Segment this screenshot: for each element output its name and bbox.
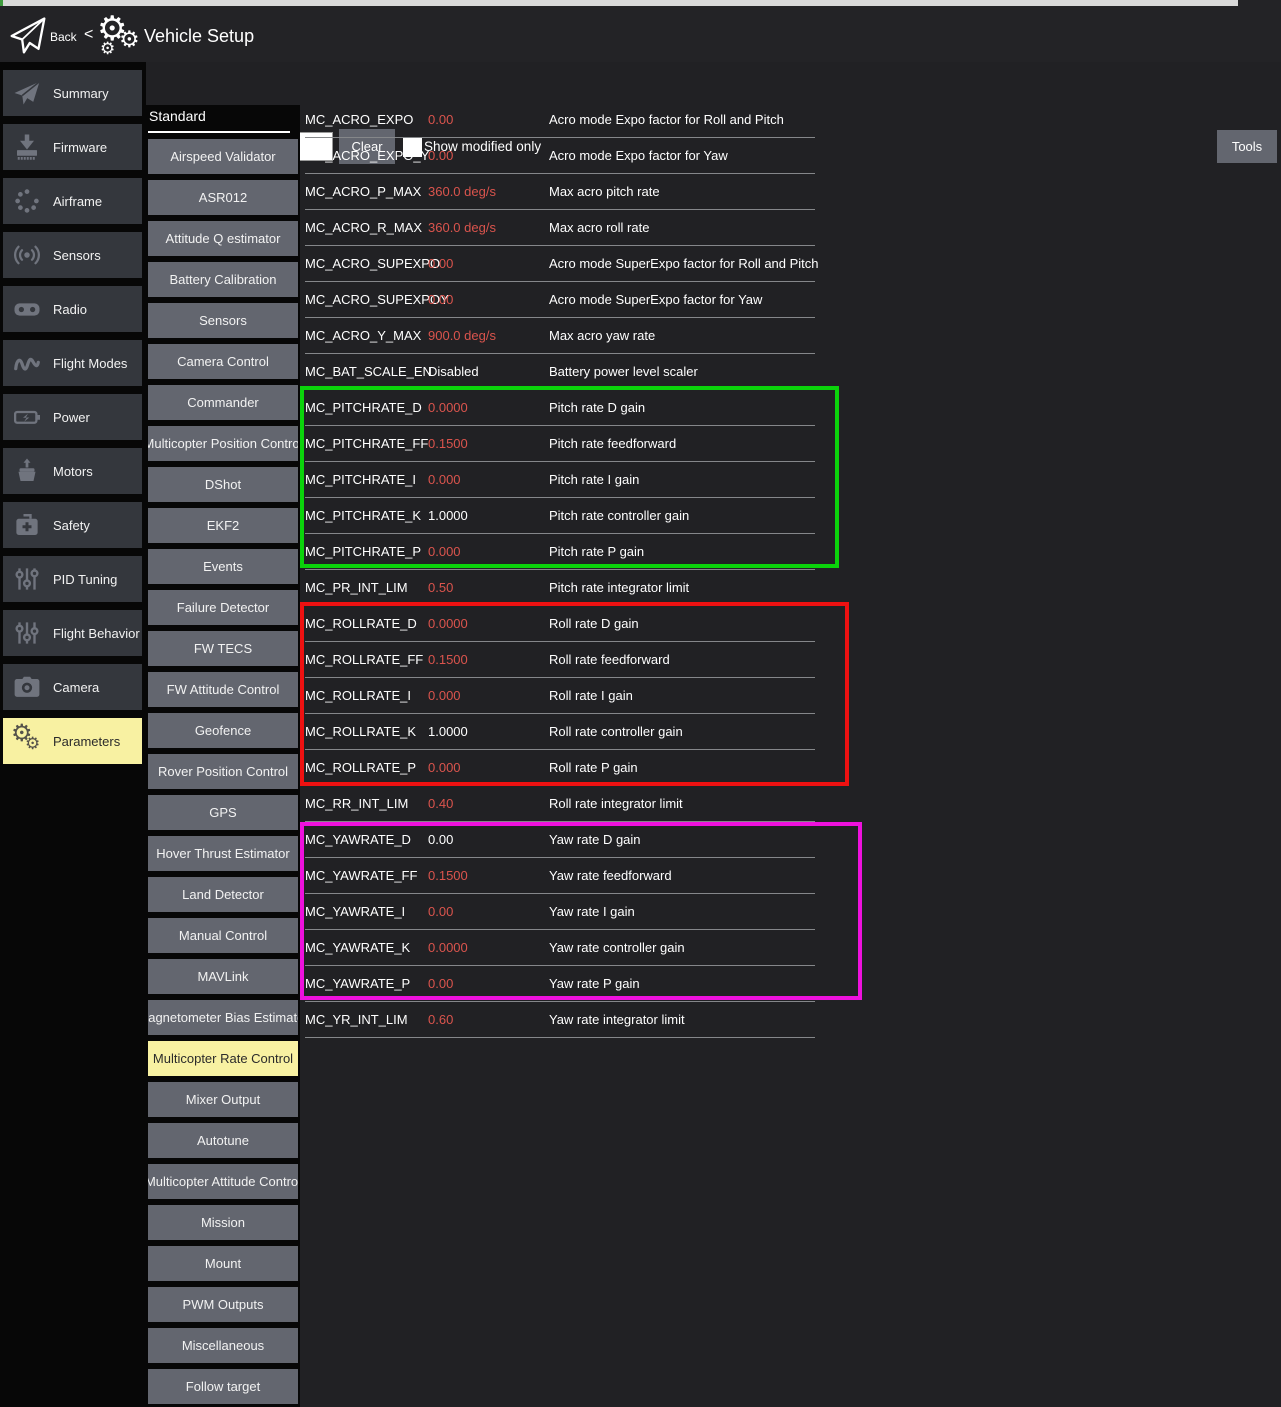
param-row[interactable]: MC_PITCHRATE_I 0.000 Pitch rate I gain	[305, 462, 815, 498]
category-item-mavlink[interactable]: MAVLink	[148, 959, 298, 994]
param-row[interactable]: MC_ACRO_Y_MAX 900.0 deg/s Max acro yaw r…	[305, 318, 815, 354]
category-item-camera-control[interactable]: Camera Control	[148, 344, 298, 379]
param-row[interactable]: MC_ROLLRATE_I 0.000 Roll rate I gain	[305, 678, 815, 714]
category-item-mount[interactable]: Mount	[148, 1246, 298, 1281]
category-item-sensors[interactable]: Sensors	[148, 303, 298, 338]
category-item-geofence[interactable]: Geofence	[148, 713, 298, 748]
param-row[interactable]: MC_ROLLRATE_D 0.0000 Roll rate D gain	[305, 606, 815, 642]
page-title: Vehicle Setup	[144, 26, 254, 47]
airframe-icon	[12, 186, 42, 216]
param-row[interactable]: MC_YAWRATE_D 0.00 Yaw rate D gain	[305, 822, 815, 858]
param-row[interactable]: MC_ACRO_SUPEXPOY 0.00 Acro mode SuperExp…	[305, 282, 815, 318]
parameter-toolbar: Search: Clear Show modified only Tools	[0, 62, 1281, 106]
camera-icon	[12, 672, 42, 702]
category-item-fw-tecs[interactable]: FW TECS	[148, 631, 298, 666]
category-item-autotune[interactable]: Autotune	[148, 1123, 298, 1158]
param-row[interactable]: MC_YAWRATE_I 0.00 Yaw rate I gain	[305, 894, 815, 930]
vehicle-setup-window: Back < ⚙⚙⚙ Vehicle Setup Search: Clear S…	[0, 0, 1281, 1407]
sidebar-item-radio[interactable]: Radio	[3, 286, 142, 332]
param-row[interactable]: MC_YR_INT_LIM 0.60 Yaw rate integrator l…	[305, 1002, 815, 1038]
param-row[interactable]: MC_PR_INT_LIM 0.50 Pitch rate integrator…	[305, 570, 815, 606]
category-item-pwm-outputs[interactable]: PWM Outputs	[148, 1287, 298, 1322]
category-item-mixer-output[interactable]: Mixer Output	[148, 1082, 298, 1117]
category-item-miscellaneous[interactable]: Miscellaneous	[148, 1328, 298, 1363]
category-item-follow-target[interactable]: Follow target	[148, 1369, 298, 1404]
sidebar-item-motors[interactable]: Motors	[3, 448, 142, 494]
param-row[interactable]: MC_PITCHRATE_P 0.000 Pitch rate P gain	[305, 534, 815, 570]
sidebar-item-power[interactable]: Power	[3, 394, 142, 440]
category-item-hover-thrust-estimator[interactable]: Hover Thrust Estimator	[148, 836, 298, 871]
category-item-battery-calibration[interactable]: Battery Calibration	[148, 262, 298, 297]
category-item-events[interactable]: Events	[148, 549, 298, 584]
firmware-icon	[12, 132, 42, 162]
param-row[interactable]: MC_YAWRATE_FF 0.1500 Yaw rate feedforwar…	[305, 858, 815, 894]
category-group-underline	[148, 131, 290, 133]
tools-button[interactable]: Tools	[1217, 130, 1277, 163]
sidebar-item-safety[interactable]: Safety	[3, 502, 142, 548]
motors-icon	[12, 456, 42, 486]
category-item-dshot[interactable]: DShot	[148, 467, 298, 502]
category-item-magnetometer-bias-estimator[interactable]: Magnetometer Bias Estimator	[148, 1000, 298, 1035]
sidebar-item-flight-behavior[interactable]: Flight Behavior	[3, 610, 142, 656]
param-row[interactable]: MC_PITCHRATE_FF 0.1500 Pitch rate feedfo…	[305, 426, 815, 462]
category-item-commander[interactable]: Commander	[148, 385, 298, 420]
category-item-multicopter-attitude-control[interactable]: Multicopter Attitude Control	[148, 1164, 298, 1199]
category-item-multicopter-rate-control[interactable]: Multicopter Rate Control	[148, 1041, 298, 1076]
sidebar-item-parameters[interactable]: ⚙⚙ Parameters	[3, 718, 142, 764]
pid-tuning-icon	[12, 564, 42, 594]
sidebar-item-flight-modes[interactable]: Flight Modes	[3, 340, 142, 386]
category-item-manual-control[interactable]: Manual Control	[148, 918, 298, 953]
radio-icon	[12, 294, 42, 324]
setup-sidebar: Summary Firmware Airframe Sensors Radio	[0, 62, 146, 1407]
parameter-table: MC_ACRO_EXPO 0.00 Acro mode Expo factor …	[305, 102, 815, 1038]
category-group-label: Standard	[149, 108, 300, 124]
category-list: Airspeed Validator ASR012 Attitude Q est…	[146, 139, 300, 1404]
sidebar-item-camera[interactable]: Camera	[3, 664, 142, 710]
summary-icon	[12, 78, 42, 108]
vehicle-setup-gears-icon: ⚙⚙⚙	[97, 14, 143, 62]
param-row[interactable]: MC_ROLLRATE_P 0.000 Roll rate P gain	[305, 750, 815, 786]
category-item-failure-detector[interactable]: Failure Detector	[148, 590, 298, 625]
parameter-category-panel: Standard Airspeed Validator ASR012 Attit…	[146, 105, 300, 1407]
parameters-icon: ⚙⚙	[12, 726, 42, 756]
flight-modes-icon	[12, 348, 42, 378]
param-row[interactable]: MC_ROLLRATE_FF 0.1500 Roll rate feedforw…	[305, 642, 815, 678]
category-item-land-detector[interactable]: Land Detector	[148, 877, 298, 912]
param-row[interactable]: MC_RR_INT_LIM 0.40 Roll rate integrator …	[305, 786, 815, 822]
category-item-multicopter-position-control[interactable]: Multicopter Position Control	[148, 426, 298, 461]
sidebar-item-pid-tuning[interactable]: PID Tuning	[3, 556, 142, 602]
category-item-mission[interactable]: Mission	[148, 1205, 298, 1240]
sidebar-item-firmware[interactable]: Firmware	[3, 124, 142, 170]
param-row[interactable]: MC_PITCHRATE_K 1.0000 Pitch rate control…	[305, 498, 815, 534]
power-icon	[12, 402, 42, 432]
param-row[interactable]: MC_ACRO_EXPO_Y 0.00 Acro mode Expo facto…	[305, 138, 815, 174]
paper-plane-logo-icon[interactable]	[8, 15, 48, 57]
param-row[interactable]: MC_ACRO_EXPO 0.00 Acro mode Expo factor …	[305, 102, 815, 138]
category-item-attitude-q-estimator[interactable]: Attitude Q estimator	[148, 221, 298, 256]
category-item-asr012[interactable]: ASR012	[148, 180, 298, 215]
sidebar-item-summary[interactable]: Summary	[3, 70, 142, 116]
param-row[interactable]: MC_ACRO_SUPEXPO 0.00 Acro mode SuperExpo…	[305, 246, 815, 282]
sidebar-item-sensors[interactable]: Sensors	[3, 232, 142, 278]
back-button[interactable]: Back	[50, 30, 77, 44]
flight-behavior-icon	[12, 618, 42, 648]
param-row[interactable]: MC_ACRO_R_MAX 360.0 deg/s Max acro roll …	[305, 210, 815, 246]
category-item-gps[interactable]: GPS	[148, 795, 298, 830]
category-item-rover-position-control[interactable]: Rover Position Control	[148, 754, 298, 789]
param-row[interactable]: MC_ACRO_P_MAX 360.0 deg/s Max acro pitch…	[305, 174, 815, 210]
breadcrumb-chevron: <	[84, 26, 93, 44]
safety-icon	[12, 510, 42, 540]
category-item-fw-attitude-control[interactable]: FW Attitude Control	[148, 672, 298, 707]
sensors-icon	[12, 240, 42, 270]
sidebar-item-airframe[interactable]: Airframe	[3, 178, 142, 224]
param-row[interactable]: MC_PITCHRATE_D 0.0000 Pitch rate D gain	[305, 390, 815, 426]
param-row[interactable]: MC_YAWRATE_P 0.00 Yaw rate P gain	[305, 966, 815, 1002]
param-row[interactable]: MC_BAT_SCALE_EN Disabled Battery power l…	[305, 354, 815, 390]
category-item-airspeed-validator[interactable]: Airspeed Validator	[148, 139, 298, 174]
param-row[interactable]: MC_YAWRATE_K 0.0000 Yaw rate controller …	[305, 930, 815, 966]
header-bar: Back < ⚙⚙⚙ Vehicle Setup	[0, 6, 1281, 62]
param-row[interactable]: MC_ROLLRATE_K 1.0000 Roll rate controlle…	[305, 714, 815, 750]
category-item-ekf2[interactable]: EKF2	[148, 508, 298, 543]
